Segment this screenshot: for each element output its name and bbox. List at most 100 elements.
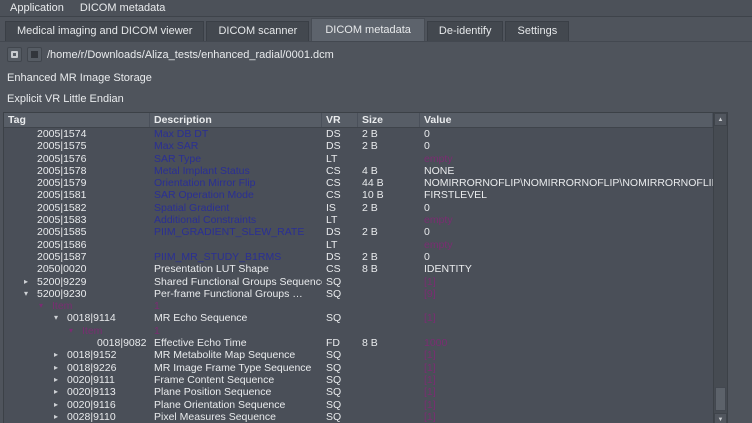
tag-cell: ▾5200|9230 [4,288,150,300]
vr-cell: DS [322,140,358,152]
vertical-scrollbar[interactable]: ▲ ▼ [713,113,727,423]
description-cell: MR Image Frame Type Sequence [150,362,322,374]
tag-cell: 0018|9082 [4,337,150,349]
expander-closed-icon[interactable]: ▸ [54,411,67,423]
value-cell: empty [420,153,713,165]
description-cell: MR Metabolite Map Sequence [150,349,322,361]
table-row[interactable]: 2005|1581SAR Operation ModeCS10 BFIRSTLE… [4,189,713,201]
size-cell [358,312,420,324]
size-cell [358,300,420,312]
table-row[interactable]: ▸0028|9110Pixel Measures SequenceSQ[1] [4,411,713,423]
tag-value: 2050|0020 [37,263,86,275]
column-header-size[interactable]: Size [358,113,420,127]
expander-open-icon[interactable]: ▾ [24,288,37,300]
expander-closed-icon[interactable]: ▸ [24,276,37,288]
size-cell [358,411,420,423]
expander-closed-icon[interactable]: ▸ [54,399,67,411]
open-file-button[interactable] [7,47,22,62]
table-row[interactable]: 2005|1586LTempty [4,239,713,251]
item-label: Item [82,325,102,337]
tab-settings[interactable]: Settings [505,21,569,41]
stop-button[interactable] [27,47,42,62]
table-row[interactable]: 2005|1575Max SARDS2 B0 [4,140,713,152]
table-row[interactable]: 0018|9082Effective Echo TimeFD8 B1000 [4,337,713,349]
table-row[interactable]: 2005|1587PIIM_MR_STUDY_B1RMSDS2 B0 [4,251,713,263]
size-cell [358,399,420,411]
column-header-description[interactable]: Description [150,113,322,127]
menu-application[interactable]: Application [4,1,70,15]
size-cell [358,288,420,300]
vr-cell: IS [322,202,358,214]
table-row[interactable]: ▸5200|9229Shared Functional Groups Seque… [4,276,713,288]
tag-value: 2005|1576 [37,153,86,165]
expander-open-icon[interactable]: ▾ [54,312,67,324]
item-label: Item [52,300,72,312]
vr-cell: CS [322,189,358,201]
tag-cell: ▸0020|9116 [4,399,150,411]
description-cell: Frame Content Sequence [150,374,322,386]
scroll-down-button[interactable]: ▼ [714,413,727,423]
tab-dicom-scanner[interactable]: DICOM scanner [206,21,309,41]
menu-dicom-metadata[interactable]: DICOM metadata [74,1,172,15]
table-row[interactable]: ▾0018|9114MR Echo SequenceSQ[1] [4,312,713,324]
table-row[interactable]: ▾Item1 [4,325,713,337]
table-row[interactable]: 2005|1579Orientation Mirror FlipCS44 BNO… [4,177,713,189]
description-cell: Plane Position Sequence [150,386,322,398]
scrollbar-thumb[interactable] [715,387,726,411]
vr-cell: DS [322,251,358,263]
description-cell: Orientation Mirror Flip [150,177,322,189]
expander-closed-icon[interactable]: ▸ [54,362,67,374]
table-row[interactable]: ▾5200|9230Per-frame Functional Groups …S… [4,288,713,300]
table-row[interactable]: ▸0018|9152MR Metabolite Map SequenceSQ[1… [4,349,713,361]
tag-cell: 2005|1587 [4,251,150,263]
scroll-up-button[interactable]: ▲ [714,113,727,126]
tag-cell: 2005|1583 [4,214,150,226]
expander-closed-icon[interactable]: ▸ [54,374,67,386]
table-row[interactable]: ▸0020|9111Frame Content SequenceSQ[1] [4,374,713,386]
table-row[interactable]: 2005|1582Spatial GradientIS2 B0 [4,202,713,214]
vr-cell: SQ [322,374,358,386]
expander-closed-icon[interactable]: ▸ [54,386,67,398]
expander-open-icon[interactable]: ▾ [69,325,82,337]
value-cell: NOMIRRORNOFLIP\NOMIRRORNOFLIP\NOMIRRORNO… [420,177,713,189]
tab-medical-imaging-viewer[interactable]: Medical imaging and DICOM viewer [5,21,204,41]
vr-cell: SQ [322,399,358,411]
table-row[interactable]: 2005|1574Max DB DTDS2 B0 [4,128,713,140]
tag-cell: 2005|1578 [4,165,150,177]
stop-icon [31,51,38,58]
value-cell: 0 [420,202,713,214]
tab-dicom-metadata[interactable]: DICOM metadata [311,18,425,41]
vr-cell: SQ [322,411,358,423]
table-row[interactable]: 2050|0020Presentation LUT ShapeCS8 BIDEN… [4,263,713,275]
column-header-value[interactable]: Value [420,113,713,127]
size-cell [358,362,420,374]
tag-cell: ▸0018|9226 [4,362,150,374]
expander-open-icon[interactable]: ▾ [39,300,52,312]
description-cell [150,239,322,251]
table-row[interactable]: ▾Item1 [4,300,713,312]
value-cell: empty [420,214,713,226]
vr-cell: LT [322,239,358,251]
size-cell [358,386,420,398]
table-row[interactable]: 2005|1583Additional ConstraintsLTempty [4,214,713,226]
table-row[interactable]: ▸0020|9116Plane Orientation SequenceSQ[1… [4,399,713,411]
value-cell [420,325,713,337]
table-row[interactable]: ▸0018|9226MR Image Frame Type SequenceSQ… [4,362,713,374]
tab-de-identify[interactable]: De-identify [427,21,504,41]
tag-value: 2005|1582 [37,202,86,214]
column-header-tag[interactable]: Tag [4,113,150,127]
column-header-vr[interactable]: VR [322,113,358,127]
description-cell: PIIM_MR_STUDY_B1RMS [150,251,322,263]
table-row[interactable]: 2005|1576SAR TypeLTempty [4,153,713,165]
tag-value: 0020|9111 [67,374,115,386]
table-row[interactable]: ▸0020|9113Plane Position SequenceSQ[1] [4,386,713,398]
tag-cell: 2005|1581 [4,189,150,201]
table-row[interactable]: 2005|1585PIIM_GRADIENT_SLEW_RATEDS2 B0 [4,226,713,238]
table-row[interactable]: 2005|1578Metal Implant StatusCS4 BNONE [4,165,713,177]
tag-cell: 2005|1579 [4,177,150,189]
tag-cell: ▾Item [4,325,150,337]
expander-closed-icon[interactable]: ▸ [54,349,67,361]
description-cell: Max SAR [150,140,322,152]
value-cell: 0 [420,226,713,238]
value-cell: [1] [420,399,713,411]
